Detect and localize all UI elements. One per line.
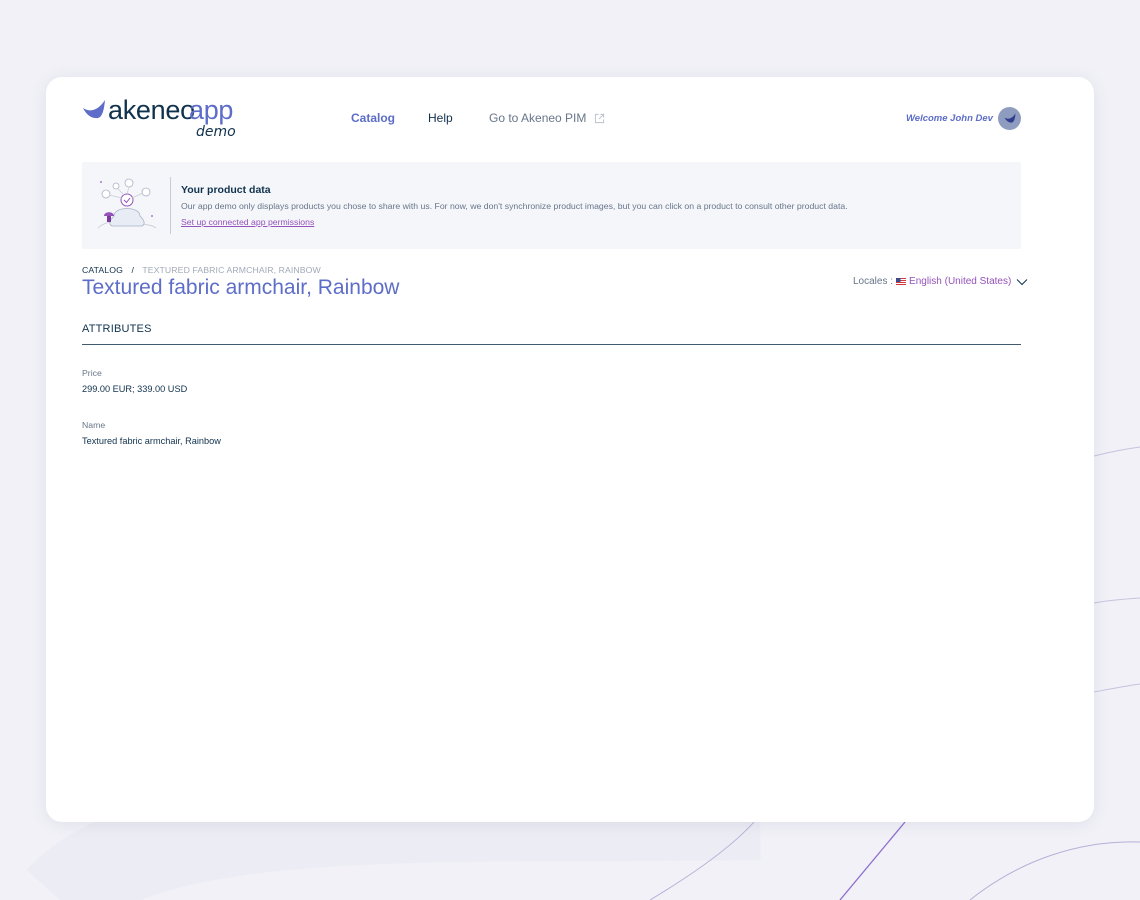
info-banner: Your product data Our app demo only disp… — [82, 162, 1021, 249]
breadcrumb-catalog[interactable]: CATALOG — [82, 265, 123, 275]
nav-catalog[interactable]: Catalog — [351, 111, 395, 125]
breadcrumb-separator: / — [131, 265, 134, 275]
chevron-down-icon — [1016, 278, 1028, 285]
product-data-illustration-icon — [97, 178, 157, 229]
nav-go-to-pim-label: Go to Akeneo PIM — [489, 111, 587, 125]
attribute-label-price: Price — [82, 368, 102, 378]
breadcrumb: CATALOG / TEXTURED FABRIC ARMCHAIR, RAIN… — [82, 265, 321, 275]
main-card: akeneo app demo Catalog Help Go to Akene… — [46, 77, 1094, 822]
welcome-message: Welcome John Dev — [906, 113, 993, 124]
section-divider — [82, 344, 1021, 345]
locale-selector[interactable]: Locales : English (United States) — [853, 276, 1028, 287]
banner-description: Our app demo only displays products you … — [181, 201, 848, 211]
banner-title: Your product data — [181, 184, 271, 196]
akeneo-app-logo[interactable]: akeneo app demo — [82, 95, 236, 143]
external-link-icon — [595, 113, 605, 123]
akeneo-logo-icon — [83, 100, 105, 119]
avatar-logo-icon — [1004, 113, 1015, 123]
nav-help[interactable]: Help — [428, 111, 453, 125]
logo-brand-text: akeneo — [108, 95, 195, 125]
logo-product-text: app — [189, 95, 234, 125]
attributes-section-title: ATTRIBUTES — [82, 323, 152, 335]
attribute-value-name: Textured fabric armchair, Rainbow — [82, 436, 221, 446]
attribute-value-price: 299.00 EUR; 339.00 USD — [82, 384, 188, 394]
nav-go-to-pim[interactable]: Go to Akeneo PIM — [489, 111, 605, 125]
user-avatar[interactable] — [998, 107, 1021, 130]
page-title: Textured fabric armchair, Rainbow — [82, 276, 400, 299]
banner-divider — [170, 177, 171, 234]
breadcrumb-current: TEXTURED FABRIC ARMCHAIR, RAINBOW — [142, 265, 321, 275]
us-flag-icon — [896, 278, 907, 285]
locale-value: English (United States) — [909, 276, 1012, 287]
locale-label: Locales : — [853, 276, 894, 287]
attribute-label-name: Name — [82, 420, 106, 430]
logo-subtitle: demo — [196, 124, 236, 140]
permissions-link[interactable]: Set up connected app permissions — [181, 217, 314, 227]
